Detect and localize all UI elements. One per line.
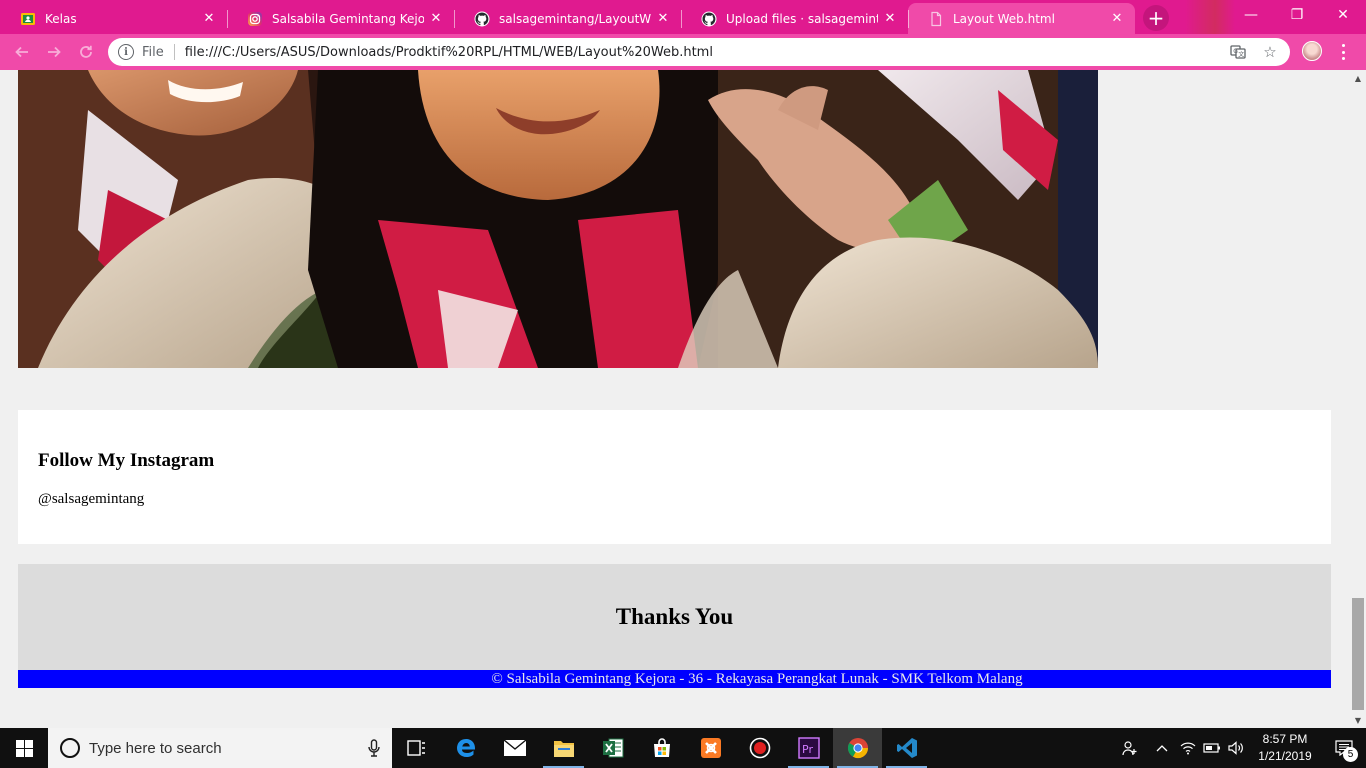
windows-logo-icon (15, 739, 33, 757)
minimize-button[interactable]: — (1228, 0, 1274, 30)
browser-toolbar: i File file:///C:/Users/ASUS/Downloads/P… (0, 34, 1366, 70)
tab-kelas[interactable]: Kelas ✕ (0, 3, 227, 34)
scroll-thumb[interactable] (1352, 598, 1364, 710)
browser-menu-icon[interactable] (1336, 42, 1350, 62)
info-icon[interactable]: i (118, 44, 134, 60)
address-bar[interactable]: i File file:///C:/Users/ASUS/Downloads/P… (108, 38, 1290, 66)
taskbar-search-box[interactable]: Type here to search (48, 728, 392, 768)
scroll-down-icon[interactable]: ▼ (1350, 712, 1366, 728)
xampp-icon[interactable] (686, 728, 735, 768)
battery-icon[interactable] (1200, 728, 1224, 768)
start-button[interactable] (0, 728, 48, 768)
url-text[interactable]: file:///C:/Users/ASUS/Downloads/Prodktif… (185, 45, 1216, 60)
bookmark-star-icon[interactable]: ☆ (1260, 42, 1280, 62)
wifi-icon[interactable] (1176, 728, 1200, 768)
copyright-footer: © Salsabila Gemintang Kejora - 36 - Reka… (18, 670, 1331, 688)
vscode-icon[interactable] (882, 728, 931, 768)
github-icon (701, 11, 717, 27)
store-icon[interactable] (637, 728, 686, 768)
window-controls: — ❐ ✕ (1228, 0, 1366, 30)
tab-github-upload[interactable]: Upload files · salsagemintang/L ✕ (681, 3, 908, 34)
back-button[interactable] (6, 38, 38, 66)
profile-avatar[interactable] (1302, 41, 1322, 61)
tab-github-layout[interactable]: salsagemintang/LayoutWebPr ✕ (454, 3, 681, 34)
action-center-button[interactable]: 5 (1322, 728, 1366, 768)
tab-title: Upload files · salsagemintang/L (726, 11, 878, 26)
tab-title: Salsabila Gemintang Kejora (@ (272, 11, 424, 26)
thanks-heading: Thanks You (615, 604, 734, 629)
reload-button[interactable] (70, 38, 102, 66)
task-view-icon[interactable] (392, 728, 441, 768)
notification-badge: 5 (1343, 747, 1358, 762)
close-tab-icon[interactable]: ✕ (882, 11, 898, 27)
cortana-icon (60, 738, 80, 758)
microphone-icon[interactable] (368, 739, 380, 757)
new-tab-button[interactable]: + (1143, 5, 1169, 31)
thanks-section: Thanks You (18, 564, 1331, 670)
instagram-handle: @salsagemintang (38, 491, 145, 507)
close-window-button[interactable]: ✕ (1320, 0, 1366, 30)
chrome-icon[interactable] (833, 728, 882, 768)
tab-title: salsagemintang/LayoutWebPr (499, 11, 651, 26)
tab-instagram[interactable]: Salsabila Gemintang Kejora (@ ✕ (227, 3, 454, 34)
windows-taskbar: Type here to search Pr 8:57 PM 1/21/2019… (0, 728, 1366, 768)
edge-icon[interactable] (441, 728, 490, 768)
close-tab-icon[interactable]: ✕ (428, 11, 444, 27)
forward-button[interactable] (38, 38, 70, 66)
excel-icon[interactable] (588, 728, 637, 768)
page-viewport: Follow My Instagram @salsagemintang Than… (0, 70, 1350, 728)
scroll-up-icon[interactable]: ▲ (1350, 70, 1366, 86)
record-icon[interactable] (735, 728, 784, 768)
people-icon[interactable] (1118, 728, 1142, 768)
security-label: File (142, 44, 164, 60)
github-icon (474, 11, 490, 27)
instagram-section: Follow My Instagram @salsagemintang (18, 410, 1331, 544)
photo-illustration (18, 70, 1098, 368)
clock-date: 1/21/2019 (1258, 749, 1312, 763)
tab-title: Layout Web.html (953, 11, 1055, 26)
svg-text:Pr: Pr (802, 743, 813, 756)
volume-icon[interactable] (1224, 728, 1248, 768)
arrow-left-icon (15, 46, 28, 58)
tab-title: Kelas (45, 11, 77, 26)
system-clock[interactable]: 8:57 PM 1/21/2019 (1248, 731, 1322, 765)
instagram-icon (247, 11, 263, 27)
file-icon (928, 11, 944, 27)
close-tab-icon[interactable]: ✕ (201, 11, 217, 27)
translate-icon[interactable]: G文 (1228, 42, 1248, 62)
search-placeholder: Type here to search (89, 739, 222, 757)
clock-time: 8:57 PM (1262, 732, 1308, 746)
tab-layout-web[interactable]: Layout Web.html ✕ (908, 3, 1135, 34)
mail-icon[interactable] (490, 728, 539, 768)
file-explorer-icon[interactable] (539, 728, 588, 768)
divider (173, 44, 175, 60)
group-selfie-photo (18, 70, 1098, 368)
close-tab-icon[interactable]: ✕ (1109, 11, 1125, 27)
instagram-heading: Follow My Instagram (38, 450, 215, 471)
chevron-up-icon[interactable] (1148, 728, 1176, 768)
arrow-right-icon (48, 46, 61, 58)
restore-button[interactable]: ❐ (1274, 0, 1320, 30)
vertical-scrollbar[interactable]: ▲ ▼ (1350, 70, 1366, 728)
google-classroom-icon (20, 11, 36, 27)
system-tray: 8:57 PM 1/21/2019 5 (1118, 728, 1366, 768)
tab-strip: Kelas ✕ Salsabila Gemintang Kejora (@ ✕ … (0, 0, 1366, 34)
svg-text:文: 文 (1238, 51, 1244, 59)
reload-icon (80, 45, 92, 58)
premiere-icon[interactable]: Pr (784, 728, 833, 768)
close-tab-icon[interactable]: ✕ (655, 11, 671, 27)
